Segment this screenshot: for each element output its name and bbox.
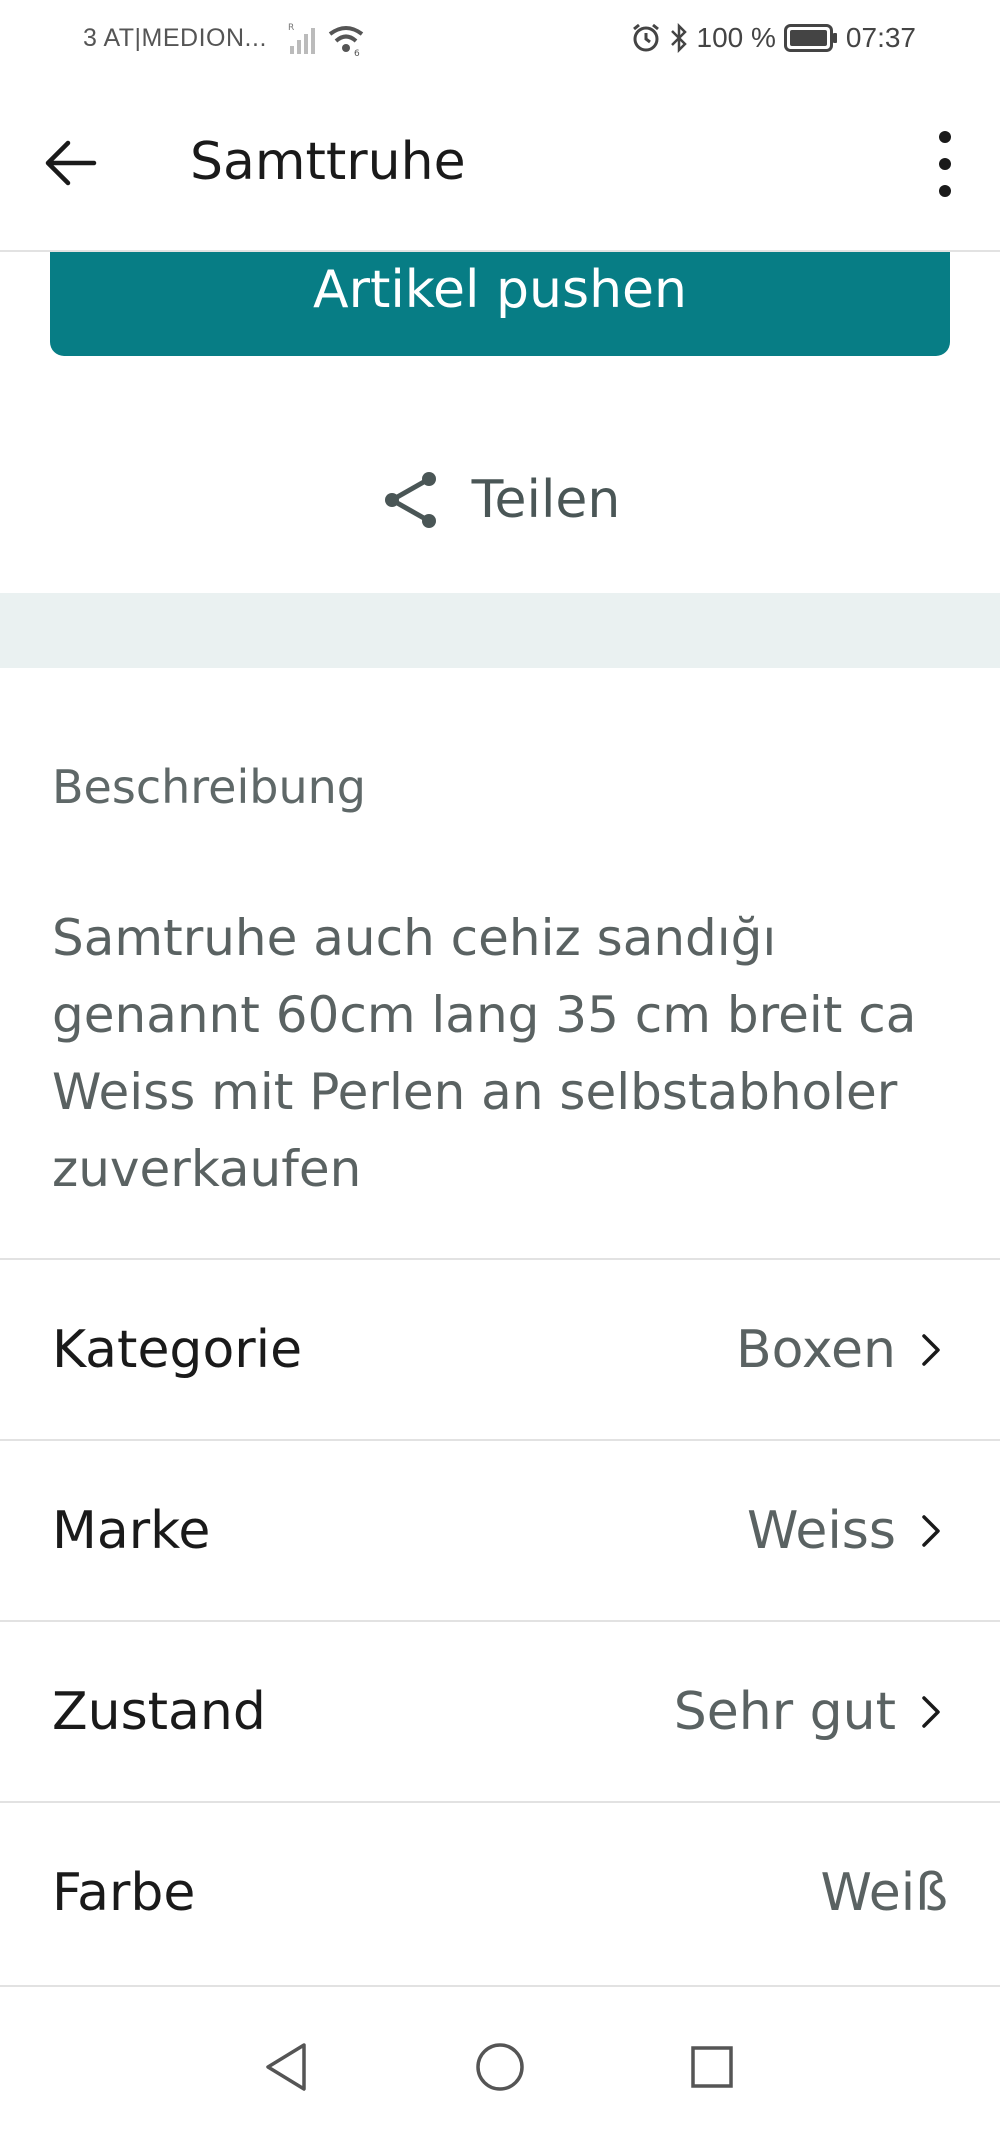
more-vert-icon — [939, 131, 951, 197]
detail-value: Weiß — [820, 1863, 948, 1923]
detail-label: Kategorie — [52, 1320, 303, 1380]
system-nav-bar — [0, 1985, 1000, 2143]
carrier-name: 3 AT|MEDION... — [83, 24, 267, 52]
clock: 07:37 — [845, 22, 916, 53]
app-bar: Samttruhe — [0, 76, 1000, 252]
arrow-left-icon — [45, 140, 97, 186]
back-button[interactable] — [30, 128, 110, 198]
detail-label: Marke — [52, 1501, 211, 1561]
chevron-right-icon — [922, 1696, 940, 1728]
description-heading: Beschreibung — [52, 760, 366, 814]
more-options-button[interactable] — [910, 126, 980, 202]
chevron-right-icon — [922, 1515, 940, 1547]
nav-home-icon — [476, 2043, 524, 2091]
battery-percent: 100 % — [696, 22, 776, 53]
detail-label: Farbe — [52, 1863, 196, 1923]
nav-recents-icon — [691, 2046, 733, 2088]
push-article-button[interactable]: Artikel pushen — [50, 252, 950, 356]
share-label: Teilen — [471, 470, 621, 530]
nav-back-icon — [266, 2043, 306, 2091]
nav-home-button[interactable] — [460, 2027, 540, 2107]
wifi-icon: 6 — [328, 26, 364, 59]
svg-text:6: 6 — [354, 49, 360, 56]
battery-icon — [783, 24, 837, 52]
detail-value: Weiss — [747, 1501, 896, 1561]
detail-row-brand[interactable]: Marke Weiss — [0, 1439, 1000, 1621]
signal-icon: R 6 — [288, 23, 364, 59]
chevron-right-icon — [922, 1334, 940, 1366]
detail-value: Sehr gut — [673, 1682, 896, 1742]
svg-text:R: R — [288, 23, 294, 33]
nav-back-button[interactable] — [246, 2027, 326, 2107]
share-button[interactable]: Teilen — [0, 460, 1000, 540]
detail-value-group: Sehr gut — [674, 1622, 942, 1802]
description-text: Samtruhe auch cehiz sandığı genannt 60cm… — [52, 909, 917, 1198]
detail-value-group: Weiss — [747, 1441, 942, 1621]
detail-row-color: Farbe Weiß — [0, 1801, 1000, 1983]
detail-row-category[interactable]: Kategorie Boxen — [0, 1258, 1000, 1440]
nav-recents-button[interactable] — [672, 2027, 752, 2107]
detail-label: Zustand — [52, 1682, 266, 1742]
share-icon — [384, 472, 436, 528]
section-divider — [0, 593, 1000, 668]
bluetooth-icon — [670, 23, 687, 53]
status-bar: 3 AT|MEDION... R 6 100 % 07:37 — [0, 0, 1000, 76]
detail-value-group: Boxen — [736, 1260, 942, 1440]
page-title: Samttruhe — [190, 132, 466, 192]
detail-row-condition[interactable]: Zustand Sehr gut — [0, 1620, 1000, 1802]
alarm-icon — [632, 23, 659, 52]
signal-wifi-group: R 6 — [288, 20, 368, 61]
status-right: 100 % 07:37 — [631, 20, 916, 56]
detail-value: Boxen — [735, 1320, 896, 1380]
detail-value-group: Weiß — [820, 1803, 948, 1983]
